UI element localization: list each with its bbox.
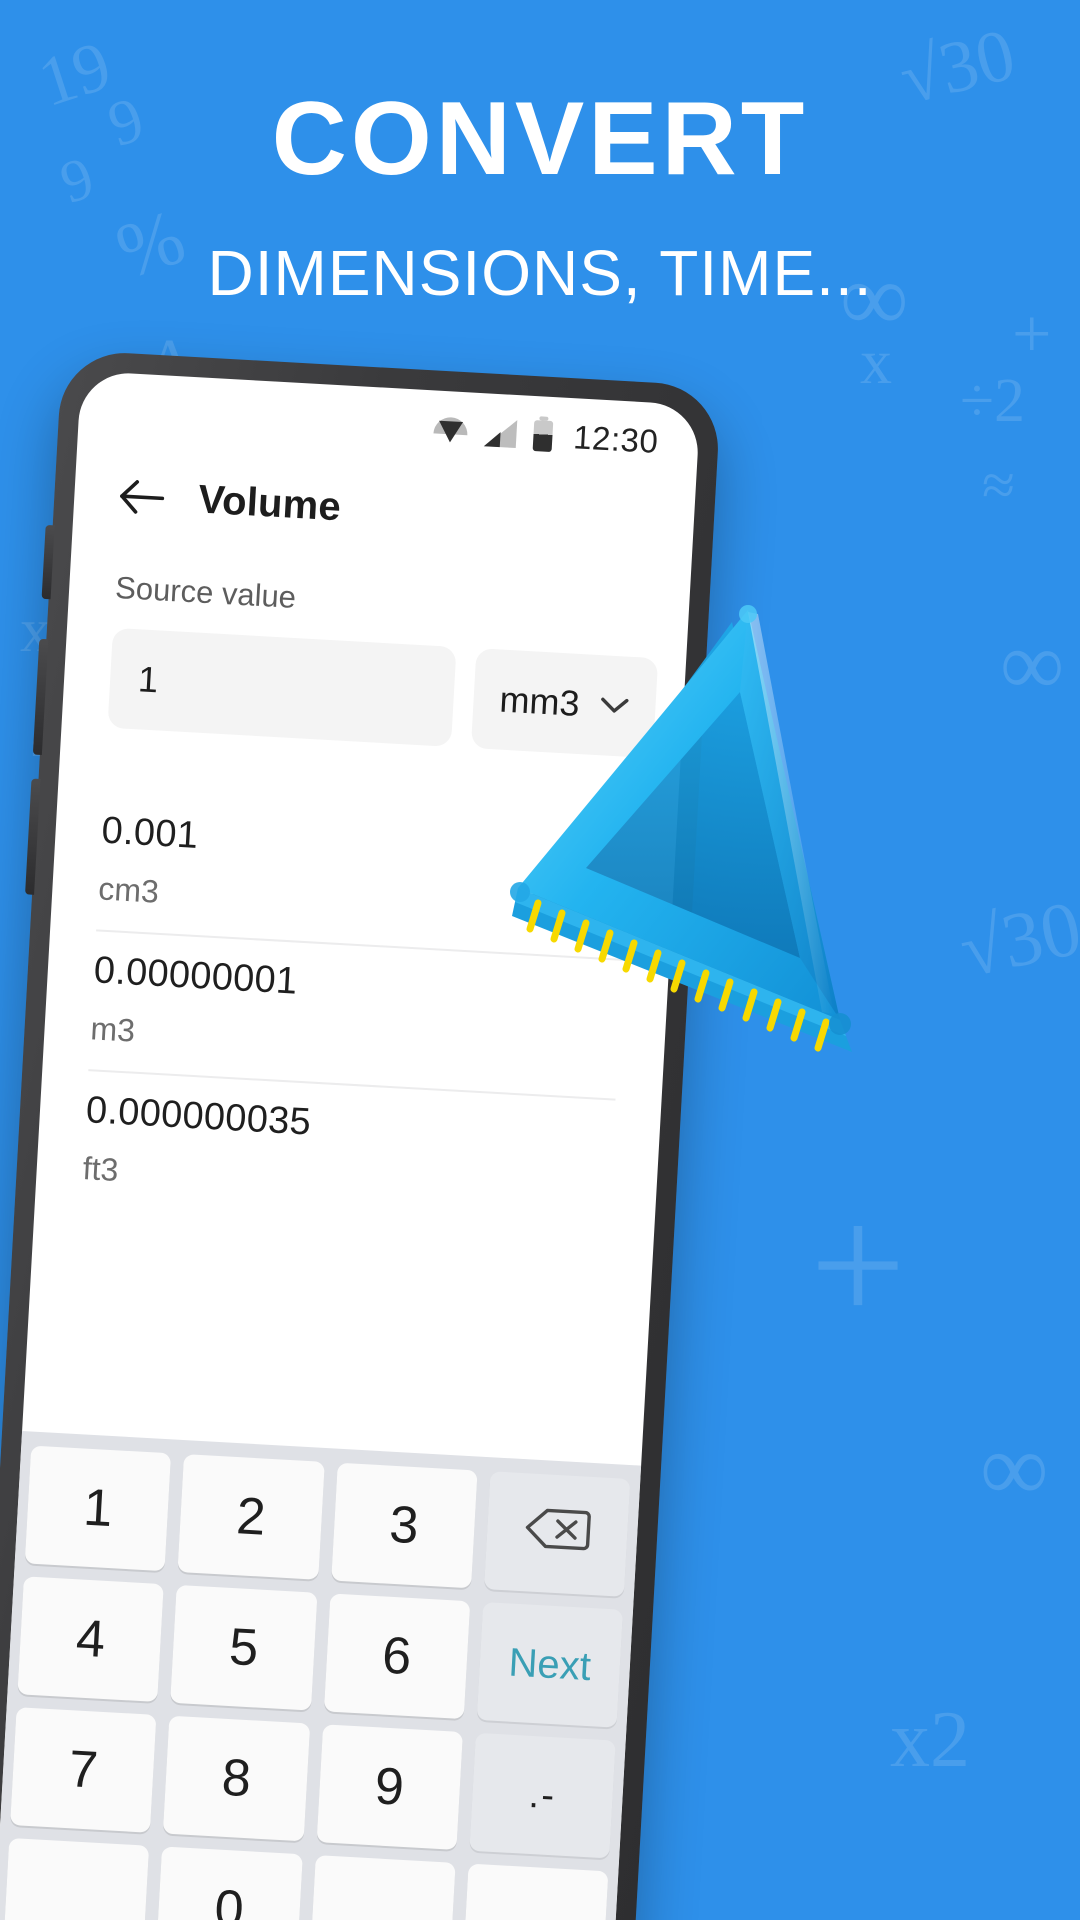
result-value: 0.000000035 — [84, 1089, 313, 1144]
numeric-keyboard: 1 2 3 4 5 6 Next 7 8 9 .- 0 — [0, 1431, 642, 1920]
promo-headline-block: CONVERT DIMENSIONS, TIME... — [0, 86, 1080, 310]
source-unit-label: mm3 — [498, 678, 581, 724]
result-unit: cm3 — [97, 870, 160, 910]
key-blank-left — [2, 1837, 150, 1920]
math-symbol-decoration: ∞ — [980, 1414, 1049, 1521]
key-5[interactable]: 5 — [170, 1584, 318, 1711]
math-symbol-decoration: ≈ — [982, 452, 1015, 518]
phone-side-button-power — [41, 524, 55, 600]
source-unit-dropdown[interactable]: mm3 — [470, 648, 659, 759]
key-2[interactable]: 2 — [177, 1454, 325, 1580]
math-symbol-decoration: ÷2 — [960, 367, 1026, 435]
result-unit: m3 — [89, 1010, 137, 1049]
key-next[interactable]: Next — [476, 1602, 624, 1728]
page-subtitle: DIMENSIONS, TIME... — [207, 237, 873, 310]
key-4[interactable]: 4 — [17, 1576, 165, 1702]
key-1[interactable]: 1 — [24, 1445, 172, 1572]
key-blank-mid — [308, 1855, 456, 1920]
math-symbol-decoration: x2 — [890, 1696, 970, 1784]
key-3[interactable]: 3 — [330, 1462, 478, 1589]
phone-side-button-volume-down — [25, 778, 41, 895]
phone-screen: 12:30 Volume Source value 1 mm3 0.001 cm… — [0, 370, 701, 1920]
key-0[interactable]: 0 — [155, 1846, 303, 1920]
result-value: 0.00000001 — [92, 949, 299, 1003]
math-symbol-decoration: x — [860, 326, 892, 397]
screen-title: Volume — [197, 477, 343, 530]
key-7[interactable]: 7 — [10, 1707, 157, 1833]
key-8[interactable]: 8 — [163, 1715, 310, 1842]
status-bar-time: 12:30 — [572, 418, 660, 460]
math-symbol-decoration: + — [810, 1171, 906, 1359]
phone-frame: 12:30 Volume Source value 1 mm3 0.001 cm… — [0, 349, 722, 1920]
math-symbol-decoration: ∞ — [1000, 615, 1065, 714]
conversion-results-list: 0.001 cm3 0.00000001 m3 0.000000035 ft3 — [35, 789, 677, 1241]
math-symbol-decoration: + — [1012, 296, 1052, 373]
keyboard-row: 123 — [24, 1445, 631, 1597]
key-blank-right — [461, 1863, 609, 1920]
chevron-down-icon — [599, 696, 630, 716]
wifi-icon — [433, 416, 468, 444]
phone-mockup: 12:30 Volume Source value 1 mm3 0.001 cm… — [0, 349, 722, 1920]
result-value: 0.001 — [100, 809, 200, 857]
source-value-input[interactable]: 1 — [107, 627, 457, 747]
math-symbol-decoration: √30 — [952, 883, 1080, 994]
key-6[interactable]: 6 — [323, 1593, 471, 1720]
keyboard-row: 7 8 9 .- — [10, 1707, 616, 1859]
phone-side-button-volume-up — [32, 638, 49, 756]
keyboard-row: 4 5 6 Next — [17, 1576, 624, 1728]
key-9[interactable]: 9 — [316, 1724, 463, 1850]
page-title: CONVERT — [271, 81, 809, 197]
result-unit: ft3 — [81, 1150, 120, 1188]
cellular-signal-icon — [484, 418, 518, 448]
battery-icon — [532, 419, 554, 452]
key-dot-dash[interactable]: .- — [469, 1732, 616, 1859]
key-backspace[interactable] — [483, 1471, 631, 1597]
backspace-icon — [522, 1502, 591, 1566]
arrow-left-icon[interactable] — [117, 477, 165, 516]
